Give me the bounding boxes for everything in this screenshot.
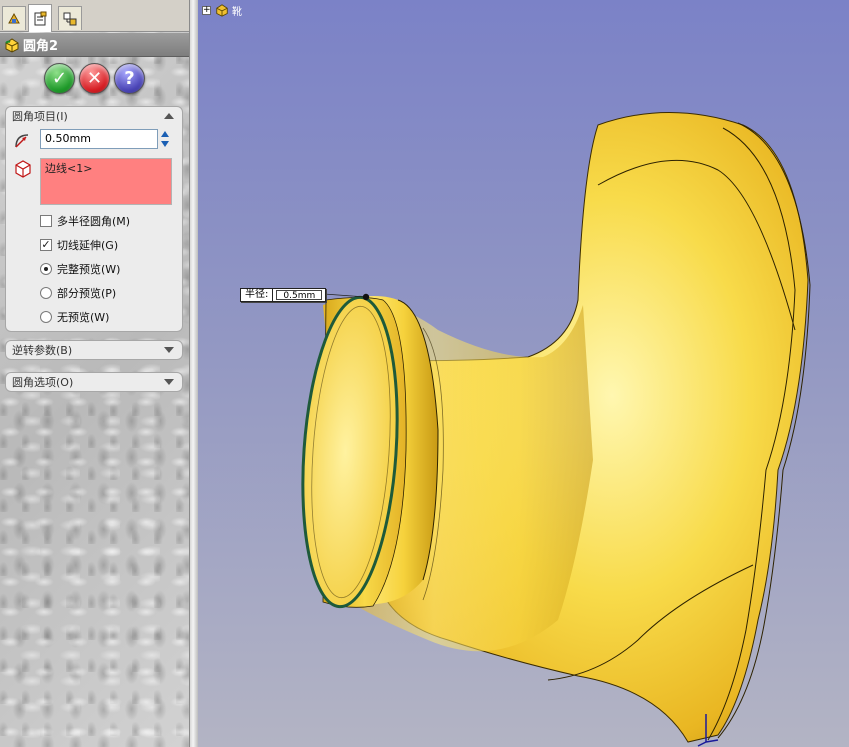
feature-title-bar: 圆角2 <box>0 33 189 57</box>
expand-icon <box>164 347 174 353</box>
checkbox-label: 切线延伸(G) <box>57 239 119 252</box>
ok-button[interactable]: ✓ <box>44 63 75 94</box>
tangent-propagation-checkbox[interactable]: ✓ 切线延伸(G) <box>40 237 118 253</box>
fillet-options-group[interactable]: 圆角选项(O) <box>5 372 183 392</box>
list-item[interactable]: 边线<1> <box>45 160 167 176</box>
radio-unselected[interactable] <box>40 311 52 323</box>
page-title: 圆角2 <box>23 39 59 54</box>
setback-header[interactable]: 逆转参数(B) <box>6 341 182 359</box>
property-manager-icon <box>34 11 47 25</box>
stepper-down[interactable] <box>158 139 172 149</box>
chevron-up-icon <box>161 131 169 137</box>
dimension-leader <box>323 293 367 298</box>
radio-label: 完整预览(W) <box>57 263 121 276</box>
dimension-handle <box>362 293 370 301</box>
dimension-label: 半径: <box>241 289 274 301</box>
checkbox-box[interactable] <box>40 215 52 227</box>
close-icon: ✕ <box>86 68 103 89</box>
feature-tree-icon <box>8 12 20 23</box>
partial-preview-radio[interactable]: 部分预览(P) <box>40 285 116 301</box>
dimension-value[interactable]: 0.5mm <box>276 290 323 301</box>
panel-splitter[interactable] <box>189 0 198 747</box>
manager-tab-strip <box>0 0 189 32</box>
multi-radius-checkbox[interactable]: 多半径圆角(M) <box>40 213 130 229</box>
fillet-items-header[interactable]: 圆角项目(I) <box>6 107 182 125</box>
check-icon: ✓ <box>51 68 68 89</box>
radius-stepper[interactable] <box>158 129 172 149</box>
tab-configuration-manager[interactable] <box>58 6 82 30</box>
group-title: 圆角选项(O) <box>12 376 74 389</box>
radius-input[interactable]: 0.50mm <box>40 129 158 149</box>
tab-feature-manager[interactable] <box>2 6 26 30</box>
radio-unselected[interactable] <box>40 287 52 299</box>
radius-dimension-callout[interactable]: 半径: 0.5mm <box>240 288 327 302</box>
setback-parameters-group[interactable]: 逆转参数(B) <box>5 340 183 360</box>
no-preview-radio[interactable]: 无预览(W) <box>40 309 109 325</box>
help-button[interactable]: ? <box>114 63 145 94</box>
full-preview-radio[interactable]: 完整预览(W) <box>40 261 120 277</box>
cancel-button[interactable]: ✕ <box>79 63 110 94</box>
chevron-down-icon <box>161 141 169 147</box>
expand-icon <box>164 379 174 385</box>
checkbox-label: 多半径圆角(M) <box>57 215 131 228</box>
boot-model[interactable] <box>198 0 849 747</box>
group-title: 逆转参数(B) <box>12 344 73 357</box>
fillet-items-group: 圆角项目(I) 0.50mm 边线<1> 多半径圆角(M) ✓ 切线延伸(G) <box>5 106 183 332</box>
group-title: 圆角项目(I) <box>12 110 68 123</box>
fillet-options-header[interactable]: 圆角选项(O) <box>6 373 182 391</box>
fillet-feature-icon <box>5 37 19 53</box>
radio-label: 部分预览(P) <box>57 287 117 300</box>
help-icon: ? <box>124 68 135 89</box>
configuration-icon <box>63 12 77 25</box>
edges-selection-list[interactable]: 边线<1> <box>40 158 172 205</box>
action-buttons: ✓ ✕ ? <box>44 63 148 95</box>
collapse-icon <box>164 113 174 119</box>
checkbox-box-checked[interactable]: ✓ <box>40 239 52 251</box>
edge-selection-icon <box>15 160 31 178</box>
stepper-up[interactable] <box>158 129 172 139</box>
radio-label: 无预览(W) <box>57 311 110 324</box>
radio-selected[interactable] <box>40 263 52 275</box>
property-manager-panel: 圆角2 ✓ ✕ ? 圆角项目(I) 0.50mm 边线<1> 多半径圆角(M) … <box>0 0 198 747</box>
graphics-viewport[interactable]: + 靴 半径: 0.5mm <box>198 0 849 747</box>
tab-property-manager[interactable] <box>28 4 52 32</box>
radius-icon <box>15 134 29 148</box>
